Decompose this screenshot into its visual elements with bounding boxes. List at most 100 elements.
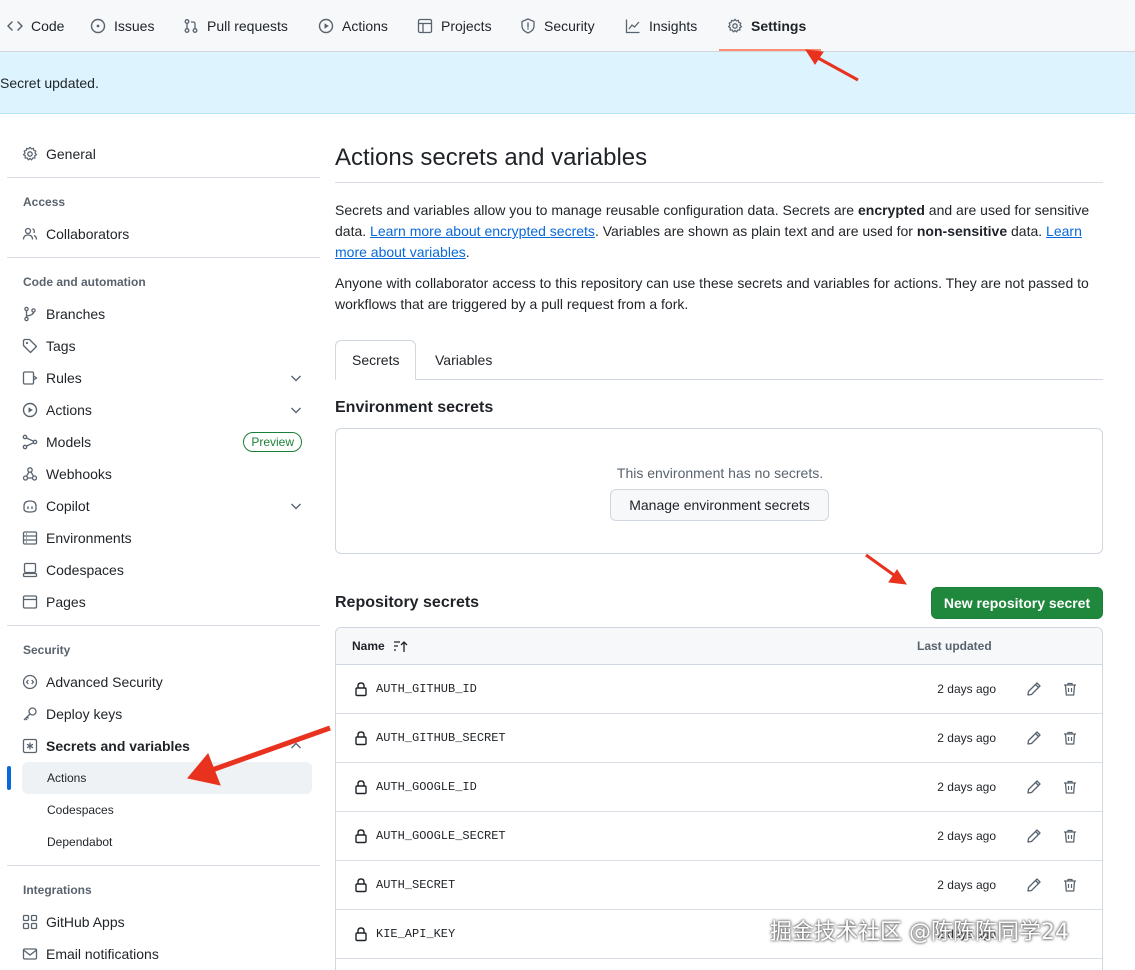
- sidebar-item-label: Deploy keys: [46, 706, 123, 722]
- nav-projects[interactable]: Projects: [417, 0, 492, 52]
- sidebar-item-github-apps[interactable]: GitHub Apps: [22, 906, 312, 938]
- pencil-icon[interactable]: [1026, 681, 1042, 697]
- pencil-icon[interactable]: [1026, 730, 1042, 746]
- secret-updated: 2 days ago: [937, 878, 996, 892]
- sidebar-item-label: Advanced Security: [46, 674, 163, 690]
- sidebar-divider: [7, 625, 320, 626]
- sidebar-active-indicator: [7, 766, 11, 790]
- sidebar-item-actions[interactable]: Actions: [22, 394, 312, 426]
- pencil-icon[interactable]: [1026, 877, 1042, 893]
- sidebar-heading-access: Access: [23, 195, 66, 209]
- sidebar-item-branches[interactable]: Branches: [22, 298, 312, 330]
- lock-icon: [355, 682, 367, 697]
- nav-insights[interactable]: Insights: [625, 0, 697, 52]
- sidebar-item-codespaces[interactable]: Codespaces: [22, 554, 312, 586]
- sidebar-item-collaborators[interactable]: Collaborators: [22, 218, 312, 250]
- trash-icon[interactable]: [1062, 730, 1078, 746]
- trash-icon[interactable]: [1062, 681, 1078, 697]
- intro-text: . Variables are shown as plain text and …: [594, 223, 917, 239]
- nav-actions[interactable]: Actions: [318, 0, 388, 52]
- sidebar-item-deploy-keys[interactable]: Deploy keys: [22, 698, 312, 730]
- server-icon: [22, 531, 38, 545]
- tab-variables[interactable]: Variables: [419, 340, 508, 380]
- lock-icon: [355, 878, 367, 893]
- trash-icon[interactable]: [1062, 779, 1078, 795]
- issue-icon: [90, 18, 106, 34]
- secret-name: AUTH_GOOGLE_SECRET: [376, 829, 506, 843]
- sidebar-item-general[interactable]: General: [22, 138, 312, 170]
- nav-projects-label: Projects: [441, 18, 492, 34]
- webhook-icon: [22, 467, 38, 481]
- pencil-icon[interactable]: [1026, 828, 1042, 844]
- sidebar-item-label: Secrets and variables: [46, 738, 190, 754]
- tab-secrets[interactable]: Secrets: [335, 340, 417, 380]
- secret-updated: 2 days ago: [937, 780, 996, 794]
- codescan-icon: [22, 674, 38, 690]
- sidebar-subitem-codespaces[interactable]: Codespaces: [47, 794, 114, 826]
- sidebar-heading-integrations: Integrations: [23, 883, 92, 897]
- sidebar-item-label: Email notifications: [46, 946, 159, 962]
- nav-settings[interactable]: Settings: [727, 0, 806, 52]
- sidebar-item-copilot[interactable]: Copilot: [22, 490, 312, 522]
- nav-issues[interactable]: Issues: [90, 0, 154, 52]
- copilot-icon: [23, 500, 37, 513]
- page-title: Actions secrets and variables: [335, 144, 648, 171]
- lock-icon: [355, 829, 367, 844]
- sidebar-item-label: Models: [46, 434, 92, 450]
- chevron-down-icon[interactable]: [288, 498, 304, 514]
- chevron-down-icon[interactable]: [288, 370, 304, 386]
- sidebar-item-models[interactable]: Models Preview: [22, 426, 312, 458]
- learn-encrypted-secrets-link[interactable]: Learn more about encrypted secrets: [370, 223, 595, 239]
- column-header-name[interactable]: Name: [352, 639, 385, 653]
- trash-icon[interactable]: [1062, 828, 1078, 844]
- sidebar-item-label: Copilot: [46, 498, 90, 514]
- nav-insights-label: Insights: [649, 18, 698, 34]
- secret-name: KIE_API_KEY: [376, 927, 456, 941]
- preview-badge: Preview: [243, 432, 302, 452]
- environment-secrets-box: This environment has no secrets. Manage …: [335, 428, 1103, 554]
- sidebar-item-label: Rules: [46, 370, 82, 386]
- flash-message: Secret updated.: [0, 74, 99, 91]
- sidebar-item-environments[interactable]: Environments: [22, 522, 312, 554]
- browser-icon: [22, 595, 38, 609]
- sidebar-item-pages[interactable]: Pages: [22, 586, 312, 618]
- environment-empty-text: This environment has no secrets.: [616, 465, 824, 481]
- nav-pull-requests-label: Pull requests: [207, 18, 288, 34]
- intro-paragraph: Secrets and variables allow you to manag…: [335, 200, 1103, 263]
- pencil-icon[interactable]: [1026, 779, 1042, 795]
- sidebar-item-label: Tags: [46, 338, 76, 354]
- sidebar-subitem-dependabot[interactable]: Dependabot: [47, 826, 112, 858]
- manage-environment-secrets-button[interactable]: Manage environment secrets: [610, 489, 829, 521]
- sidebar-item-label: Actions: [46, 402, 92, 418]
- chevron-down-icon[interactable]: [288, 402, 304, 418]
- sidebar-item-secrets-variables[interactable]: Secrets and variables: [22, 730, 312, 762]
- chevron-up-icon[interactable]: [288, 738, 304, 754]
- nav-actions-label: Actions: [342, 18, 388, 34]
- sidebar-item-rules[interactable]: Rules: [22, 362, 312, 394]
- play-icon: [22, 402, 38, 418]
- play-icon: [318, 18, 334, 34]
- sidebar-subitem-actions[interactable]: Actions: [47, 762, 86, 794]
- active-tab-underline: [719, 49, 821, 51]
- sort-icon[interactable]: [393, 640, 409, 654]
- sidebar-item-label: Branches: [46, 306, 106, 322]
- sidebar-item-email-notifications[interactable]: Email notifications: [22, 938, 312, 970]
- nav-pull-requests[interactable]: Pull requests: [183, 0, 288, 52]
- sidebar-item-advanced-security[interactable]: Advanced Security: [22, 666, 312, 698]
- trash-icon[interactable]: [1062, 877, 1078, 893]
- nav-security[interactable]: Security: [520, 0, 595, 52]
- sidebar-item-tags[interactable]: Tags: [22, 330, 312, 362]
- secret-name: AUTH_GOOGLE_ID: [376, 780, 477, 794]
- nav-settings-label: Settings: [751, 18, 807, 34]
- table-row: AUTH_GOOGLE_ID 2 days ago: [336, 763, 1102, 812]
- apps-icon: [22, 914, 38, 930]
- title-divider: [335, 182, 1103, 183]
- gear-icon: [22, 146, 38, 161]
- models-icon: [22, 434, 38, 450]
- sidebar-item-webhooks[interactable]: Webhooks: [22, 458, 312, 490]
- new-repository-secret-button[interactable]: New repository secret: [931, 587, 1103, 619]
- sidebar-item-label: Codespaces: [46, 562, 124, 578]
- sidebar-item-label: General: [46, 146, 96, 162]
- nav-code[interactable]: Code: [7, 0, 64, 52]
- intro-bold-non-sensitive: non-sensitive: [916, 223, 1008, 239]
